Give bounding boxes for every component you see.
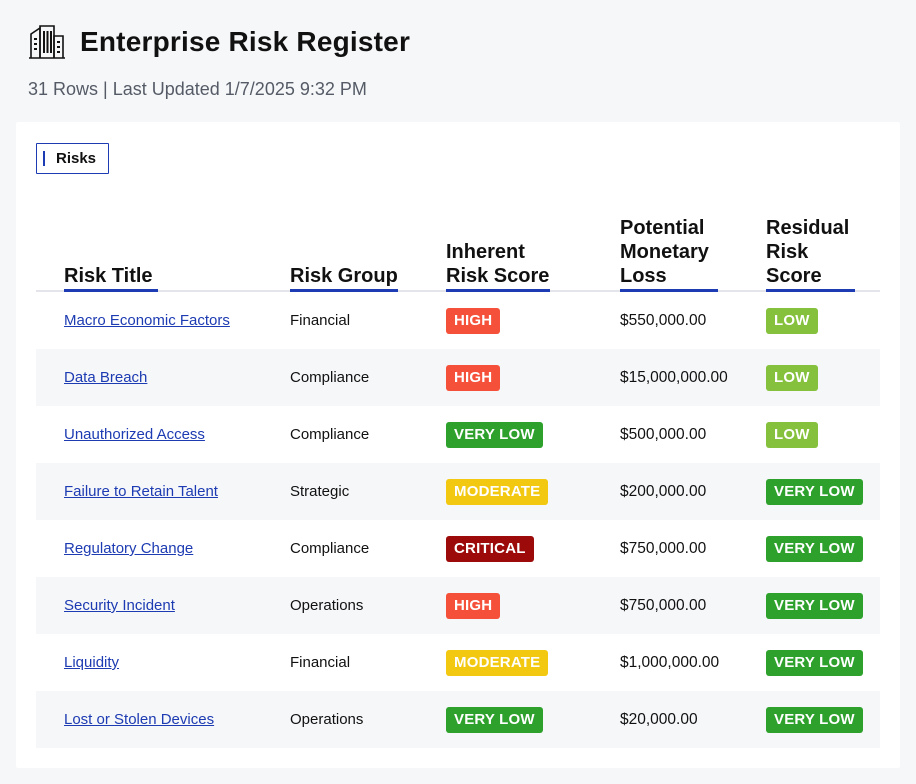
tab-risks[interactable]: Risks: [36, 143, 109, 174]
risk-group-cell: Compliance: [290, 540, 370, 557]
residual-score-badge: LOW: [766, 421, 818, 448]
table-row: Security Incident Operations HIGH $750,0…: [36, 577, 880, 634]
risk-group-cell: Strategic: [290, 463, 446, 520]
monetary-loss-cell: $200,000.00: [620, 463, 766, 520]
risk-group-cell: Financial: [290, 312, 351, 329]
risk-title-link[interactable]: Liquidity: [64, 654, 119, 671]
page-header: Enterprise Risk Register: [28, 24, 410, 60]
header-risk-group[interactable]: Risk Group: [290, 194, 446, 292]
monetary-loss-cell: $20,000.00: [620, 691, 766, 748]
title-row: Enterprise Risk Register: [28, 24, 410, 60]
monetary-loss-cell: $750,000.00: [620, 577, 766, 634]
residual-score-badge: VERY LOW: [766, 706, 863, 733]
inherent-score-badge: HIGH: [446, 592, 501, 619]
header-risk-title[interactable]: Risk Title: [36, 194, 290, 292]
residual-score-badge: LOW: [766, 364, 818, 391]
table-row: Data Breach Compliance HIGH $15,000,000.…: [36, 349, 880, 406]
register-card: Risks Risk Title Risk Group Inherent Ris…: [16, 122, 900, 768]
page-title: Enterprise Risk Register: [80, 26, 411, 57]
residual-score-badge: VERY LOW: [766, 592, 863, 619]
table-header-row: Risk Title Risk Group Inherent Risk Scor…: [36, 194, 880, 292]
risk-table: Risk Title Risk Group Inherent Risk Scor…: [36, 194, 880, 748]
monetary-loss-cell: $550,000.00: [620, 311, 707, 329]
risk-group-cell: Compliance: [290, 349, 446, 406]
risk-title-link[interactable]: Macro Economic Factors: [64, 312, 230, 329]
header-residual-risk-score[interactable]: Residual Risk Score: [766, 194, 880, 292]
header-risk-group-label: Risk Group: [290, 264, 398, 292]
monetary-loss-cell: $750,000.00: [620, 539, 707, 557]
inherent-score-badge: HIGH: [446, 364, 501, 391]
header-loss-label: Potential Monetary Loss: [620, 216, 718, 292]
table-row: Macro Economic Factors Financial HIGH $5…: [36, 291, 880, 349]
tab-indicator: [43, 151, 45, 166]
table-row: Liquidity Financial MODERATE $1,000,000.…: [36, 634, 880, 691]
residual-score-badge: VERY LOW: [766, 535, 863, 562]
risk-title-link[interactable]: Data Breach: [64, 369, 147, 386]
monetary-loss-cell: $500,000.00: [620, 425, 707, 443]
table-row: Lost or Stolen Devices Operations VERY L…: [36, 691, 880, 748]
inherent-score-badge: CRITICAL: [446, 535, 534, 562]
risk-title-link[interactable]: Failure to Retain Talent: [64, 483, 218, 500]
residual-score-badge: VERY LOW: [766, 478, 863, 505]
risk-title-link[interactable]: Security Incident: [64, 597, 175, 614]
inherent-score-badge: VERY LOW: [446, 706, 543, 733]
inherent-score-badge: HIGH: [446, 307, 501, 334]
monetary-loss-cell: $15,000,000.00: [620, 349, 766, 406]
risk-title-link[interactable]: Regulatory Change: [64, 540, 193, 557]
tab-risks-label: Risks: [56, 150, 97, 167]
monetary-loss-cell: $1,000,000.00: [620, 653, 720, 671]
inherent-score-badge: MODERATE: [446, 649, 549, 676]
header-risk-title-label: Risk Title: [64, 264, 158, 292]
risk-group-cell: Operations: [290, 691, 446, 748]
header-potential-monetary-loss[interactable]: Potential Monetary Loss: [620, 194, 766, 292]
page-subtitle: 31 Rows | Last Updated 1/7/2025 9:32 PM: [28, 79, 367, 99]
table-row: Regulatory Change Compliance CRITICAL $7…: [36, 520, 880, 577]
table-row: Failure to Retain Talent Strategic MODER…: [36, 463, 880, 520]
residual-score-badge: LOW: [766, 307, 818, 334]
header-residual-label: Residual Risk Score: [766, 216, 855, 292]
header-inherent-risk-score[interactable]: Inherent Risk Score: [446, 194, 620, 292]
building-icon: [29, 25, 65, 59]
table-row: Unauthorized Access Compliance VERY LOW …: [36, 406, 880, 463]
header-inherent-label: Inherent Risk Score: [446, 240, 550, 292]
risk-group-cell: Financial: [290, 654, 351, 671]
inherent-score-badge: MODERATE: [446, 478, 549, 505]
inherent-score-badge: VERY LOW: [446, 421, 543, 448]
table-body: Macro Economic Factors Financial HIGH $5…: [36, 291, 880, 748]
risk-title-link[interactable]: Unauthorized Access: [64, 426, 205, 443]
risk-group-cell: Operations: [290, 577, 446, 634]
residual-score-badge: VERY LOW: [766, 649, 863, 676]
risk-group-cell: Compliance: [290, 426, 370, 443]
risk-title-link[interactable]: Lost or Stolen Devices: [64, 711, 214, 728]
